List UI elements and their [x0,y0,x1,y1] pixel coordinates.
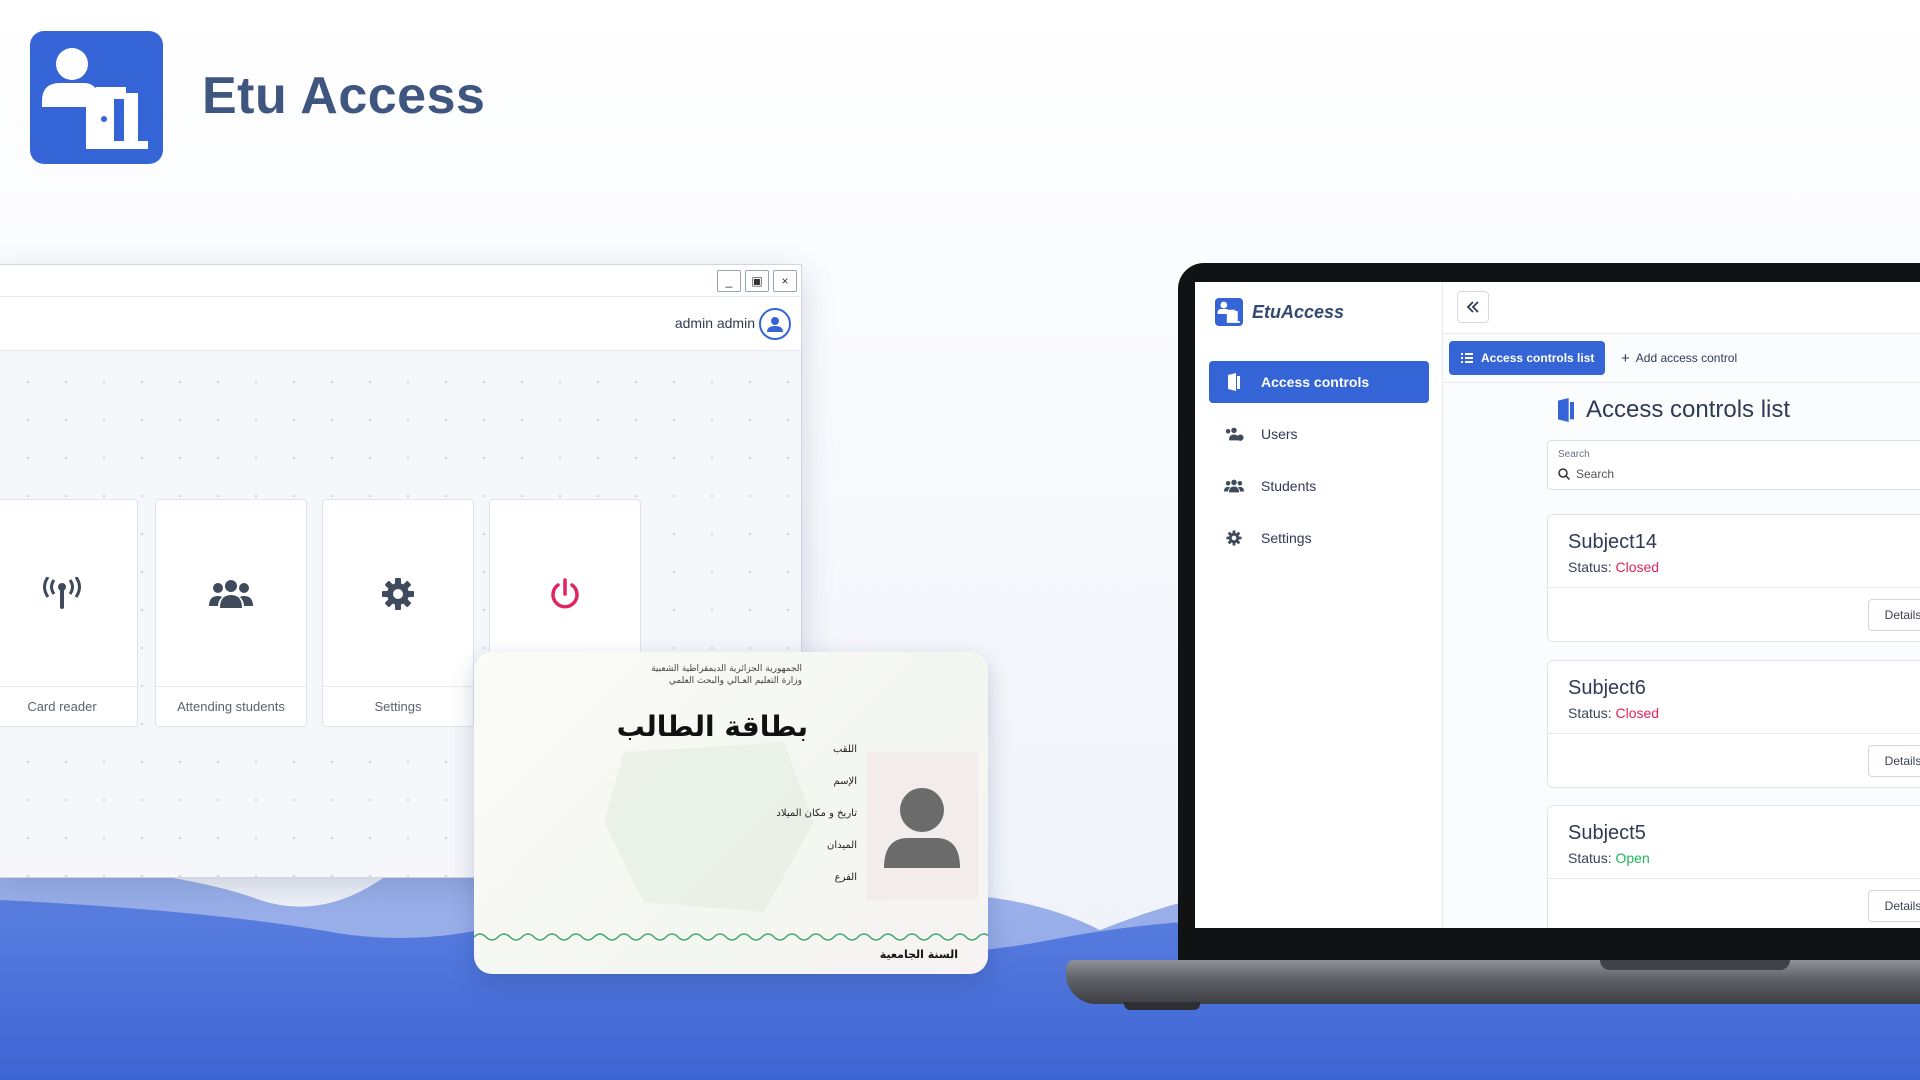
sidebar-item-students[interactable]: Students [1209,465,1429,507]
minimize-button[interactable]: _ [717,270,741,292]
card-title: بطاقة الطالب [616,710,808,743]
card-field-birth: تاريخ و مكان الميلاد [776,808,857,819]
access-control-name: Subject14 [1568,531,1657,553]
tile-label: Attending students [156,686,306,726]
details-button[interactable]: Details [1868,745,1920,777]
tab-access-controls-list[interactable]: Access controls list [1449,341,1605,375]
status-value: Open [1615,850,1650,866]
page-title-text: Access controls list [1586,396,1791,423]
users-cog-icon [1225,427,1244,441]
window-titlebar: _ ▣ × [0,265,801,297]
access-control-status: Status: Closed [1568,559,1659,575]
sidebar-brand: EtuAccess [1252,302,1345,322]
close-button[interactable]: × [773,270,797,292]
card-year-label: السنة الجامعية [879,948,958,961]
card-field-surname: اللقب [832,744,857,755]
students-icon [1224,479,1244,493]
sidebar-item-label: Settings [1261,530,1312,546]
app-header: admin admin [0,297,801,351]
sidebar-logo [1215,298,1243,326]
sidebar-item-settings[interactable]: Settings [1209,517,1429,559]
card-field-name: الإسم [833,776,857,787]
access-control-card: Subject14 Status: Closed Details [1547,514,1920,642]
main-content: Access controls list + Add access contro… [1443,282,1920,928]
sidebar-item-access-controls[interactable]: Access controls [1209,361,1429,403]
tile-attending-students[interactable]: Attending students [155,499,307,727]
details-button[interactable]: Details [1868,599,1920,631]
card-divider [1548,733,1920,734]
access-control-status: Status: Open [1568,850,1650,866]
card-field-branch: الفرع [834,872,857,883]
tab-add-access-control[interactable]: + Add access control [1621,341,1737,375]
card-republic-line: الجمهورية الجزائرية الديمقراطية الشعبية [651,664,802,674]
gear-icon [382,578,414,610]
sidebar-item-label: Students [1261,478,1317,494]
status-prefix: Status: [1568,705,1612,721]
door-icon [1228,373,1240,391]
page-title: Access controls list [1554,396,1790,424]
power-icon [551,578,579,609]
status-prefix: Status: [1568,850,1612,866]
tile-settings[interactable]: Settings [322,499,474,727]
card-map-watermark [604,742,814,912]
search-input[interactable] [1576,465,1920,483]
maximize-button[interactable]: ▣ [745,270,769,292]
access-control-name: Subject6 [1568,677,1646,699]
tile-card-reader[interactable]: Card reader [0,499,138,727]
tab-label: Access controls list [1481,351,1595,365]
collapse-sidebar-button[interactable] [1457,291,1489,323]
sidebar: EtuAccess Access controls Users Students… [1195,282,1443,928]
search-label: Search [1558,449,1590,460]
card-photo [866,752,978,900]
laptop-base [1066,960,1920,1004]
laptop-foot [1124,1002,1200,1010]
sidebar-item-label: Users [1261,426,1298,442]
chevrons-left-icon [1466,301,1479,313]
search-field: Search [1547,440,1920,490]
plus-icon: + [1621,349,1630,367]
sidebar-item-users[interactable]: Users [1209,413,1429,455]
search-icon [1558,468,1570,480]
card-wave-border [474,933,988,941]
tile-label: Card reader [0,686,137,726]
user-name: admin admin [674,315,755,331]
card-divider [1548,878,1920,879]
access-control-card: Subject6 Status: Closed Details [1547,660,1920,788]
person-door-icon [1217,301,1240,323]
laptop-screen: EtuAccess Access controls Users Students… [1195,282,1920,928]
status-value: Closed [1615,705,1660,721]
card-field-domain: الميدان [827,840,857,851]
access-control-card: Subject5 Status: Open Details [1547,805,1920,928]
access-control-name: Subject5 [1568,822,1646,844]
sidebar-item-label: Access controls [1261,374,1370,390]
user-circle-icon [767,317,783,332]
access-control-status: Status: Closed [1568,705,1659,721]
users-icon [209,580,253,608]
user-avatar[interactable] [759,308,791,340]
card-divider [1548,587,1920,588]
status-prefix: Status: [1568,559,1612,575]
status-value: Closed [1615,559,1660,575]
tabs-divider [1443,382,1920,383]
card-reader-icon [43,577,81,609]
card-ministry-line: وزارة التعليم العـالي والبحث العلمي [668,676,802,686]
gear-icon [1226,530,1242,546]
details-button[interactable]: Details [1868,890,1920,922]
laptop-notch [1600,960,1790,970]
student-id-card: الجمهورية الجزائرية الديمقراطية الشعبية … [474,652,988,974]
person-silhouette-icon [884,788,960,868]
brand-title: Etu Access [202,67,486,125]
list-icon [1461,353,1473,363]
tile-label: Settings [323,686,473,726]
brand-logo [30,31,163,164]
person-door-icon [42,48,148,149]
door-icon [1558,398,1574,422]
top-bar [1443,282,1920,334]
tab-label: Add access control [1635,351,1738,365]
